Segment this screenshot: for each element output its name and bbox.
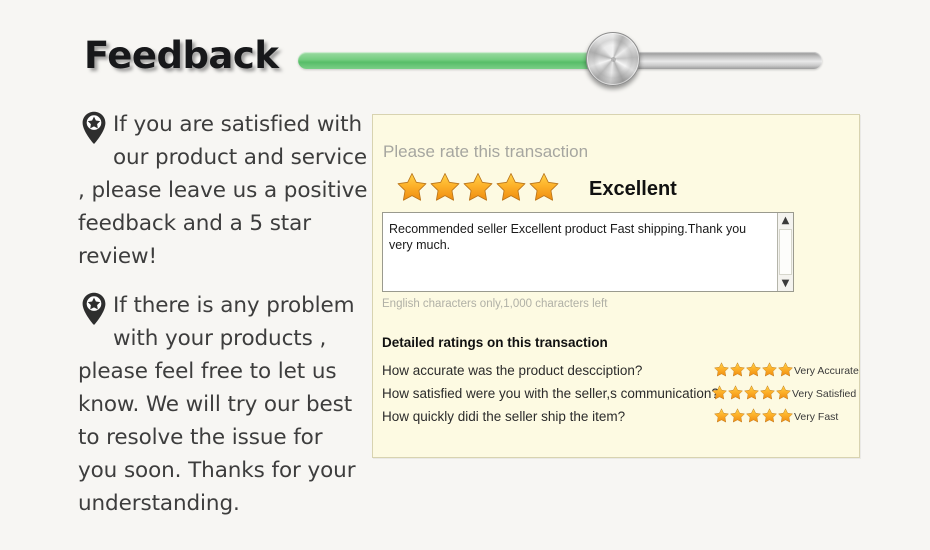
star-icon <box>778 408 793 423</box>
star-icon <box>714 362 729 377</box>
comment-scrollbar[interactable]: ▲ ▼ <box>777 213 793 291</box>
detailed-rating-label: Very Fast <box>794 411 839 423</box>
chevron-down-icon[interactable]: ▼ <box>778 276 793 291</box>
star-icon <box>762 408 777 423</box>
detailed-rating-stars[interactable] <box>714 362 793 377</box>
detailed-rating-question: How quickly didi the seller ship the ite… <box>382 409 626 424</box>
detailed-rating-row: How accurate was the product descciption… <box>382 361 859 384</box>
detailed-rating-label: Very Accurate <box>794 365 859 377</box>
detailed-ratings-list: How accurate was the product descciption… <box>382 361 859 430</box>
note-block: If you are satisfied with our product an… <box>78 108 368 273</box>
detailed-rating-row: How satisfied were you with the seller,s… <box>382 384 856 407</box>
detailed-rating-row: How quickly didi the seller ship the ite… <box>382 407 852 430</box>
star-icon <box>746 362 761 377</box>
note-text: If you are satisfied with our product an… <box>78 112 368 269</box>
star-icon <box>496 173 526 201</box>
note-text: If there is any problem with your produc… <box>78 293 356 516</box>
star-icon <box>744 385 759 400</box>
page-title: Feedback <box>84 34 279 77</box>
slider-track-fill <box>298 52 614 69</box>
detailed-rating-question: How accurate was the product descciption… <box>382 363 643 378</box>
detailed-ratings-title: Detailed ratings on this transaction <box>382 335 608 350</box>
detailed-rating-label: Very Satisfied <box>792 388 857 400</box>
slider-knob[interactable] <box>586 32 640 86</box>
overall-star-rating[interactable] <box>397 172 559 202</box>
star-icon <box>762 362 777 377</box>
star-icon <box>776 385 791 400</box>
star-icon <box>430 173 460 201</box>
detailed-rating-stars[interactable] <box>712 385 791 400</box>
star-icon <box>712 385 727 400</box>
star-icon <box>746 408 761 423</box>
map-pin-star-icon <box>82 111 106 144</box>
rate-prompt-label: Please rate this transaction <box>383 142 589 161</box>
star-icon <box>730 362 745 377</box>
comment-textarea[interactable]: Recommended seller Excellent product Fas… <box>382 212 794 292</box>
progress-slider[interactable] <box>298 32 822 86</box>
detailed-rating-question: How satisfied were you with the seller,s… <box>382 386 719 401</box>
detailed-rating-stars[interactable] <box>714 408 793 423</box>
chevron-up-icon[interactable]: ▲ <box>778 213 793 228</box>
star-icon <box>397 173 427 201</box>
star-icon <box>463 173 493 201</box>
note-block: If there is any problem with your produc… <box>78 289 368 520</box>
star-icon <box>730 408 745 423</box>
star-icon <box>728 385 743 400</box>
character-counter: English characters only,1,000 characters… <box>382 298 608 310</box>
star-icon <box>529 173 559 201</box>
star-icon <box>714 408 729 423</box>
comment-text-value: Recommended seller Excellent product Fas… <box>389 222 747 252</box>
left-text-column: If you are satisfied with our product an… <box>78 108 368 536</box>
star-icon <box>778 362 793 377</box>
rating-panel: Please rate this transaction Excellent R… <box>372 114 860 458</box>
header: Feedback <box>0 0 930 100</box>
map-pin-star-icon <box>82 292 106 325</box>
star-icon <box>760 385 775 400</box>
rating-word-label: Excellent <box>589 178 677 200</box>
scrollbar-thumb[interactable] <box>779 229 792 275</box>
